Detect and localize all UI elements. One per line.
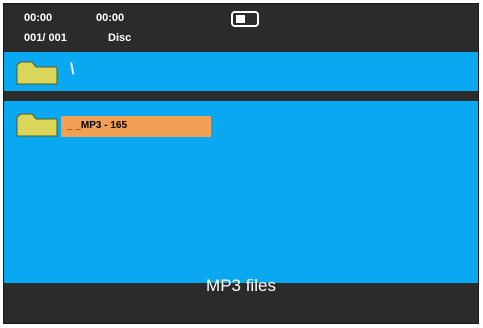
divider xyxy=(4,91,478,101)
total-time: 00:00 xyxy=(96,12,125,24)
track-counter: 001/ 001 xyxy=(24,32,67,44)
folder-icon xyxy=(16,61,58,85)
battery-icon xyxy=(231,11,259,27)
list-item-label: _ _MP3 - 165 xyxy=(67,120,128,131)
footer-label: MP3 files xyxy=(206,276,276,295)
current-path: \ xyxy=(70,61,75,78)
player-screen: 00:00 00:00 001/ 001 Disc \ _ _MP3 - 165… xyxy=(3,3,479,324)
source-label: Disc xyxy=(108,32,132,44)
status-bar: 00:00 00:00 001/ 001 Disc xyxy=(4,4,478,52)
list-item-mp3-folder[interactable]: _ _MP3 - 165 xyxy=(61,116,211,137)
file-list: _ _MP3 - 165 xyxy=(4,101,478,283)
battery-level xyxy=(236,15,245,23)
folder-icon xyxy=(16,113,58,137)
elapsed-time: 00:00 xyxy=(24,12,53,24)
path-bar[interactable]: \ xyxy=(4,52,478,91)
